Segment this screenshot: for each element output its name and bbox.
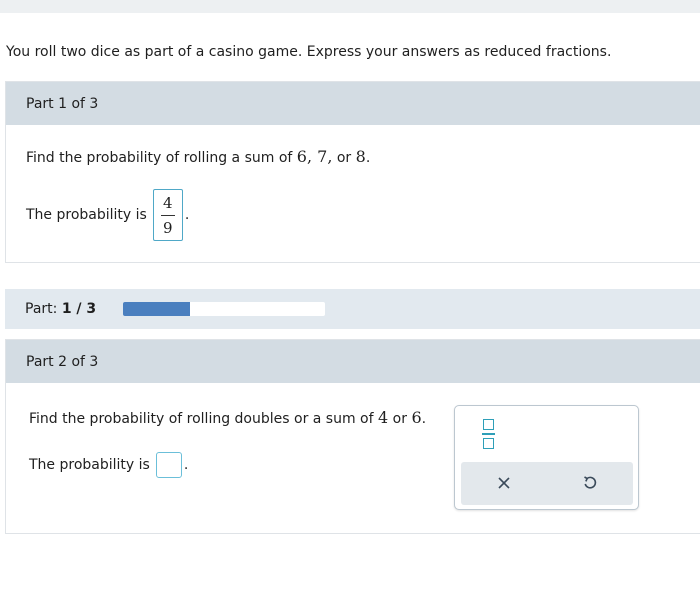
part-1-question: Find the probability of rolling a sum of… [26, 147, 370, 166]
part-1-question-text: Find the probability of rolling a sum of [26, 150, 297, 166]
progress-label: Part: 1 / 3 [25, 301, 96, 317]
part-2-answer-line: The probability is . [29, 452, 188, 478]
numerator-slot [482, 419, 494, 430]
undo-button[interactable] [575, 468, 605, 498]
part-1-numerator: 4 [163, 193, 173, 212]
part-1-answer-label: The probability is [26, 207, 147, 223]
part-1-answer-line: The probability is 4 9 . [26, 189, 189, 241]
progress-bar-fill [123, 302, 191, 316]
undo-icon [584, 476, 597, 489]
part-progress-strip: Part: 1 / 3 [5, 289, 700, 329]
fraction-template-icon[interactable] [480, 419, 496, 449]
part-2-question-or: or [388, 411, 412, 427]
part-2-question-value: 4 [378, 408, 389, 427]
math-input-palette [454, 405, 639, 510]
part-2-question-period: . [421, 411, 427, 427]
part-1-question-period: . [365, 150, 371, 166]
part-1-question-or: or [332, 150, 356, 166]
progress-label-prefix: Part: [25, 301, 62, 317]
close-icon [498, 477, 510, 489]
part-1-question-value-last: 8 [355, 147, 366, 166]
fraction-bar [160, 214, 175, 216]
problem-intro: You roll two dice as part of a casino ga… [6, 44, 612, 60]
part-1-denominator: 9 [163, 218, 173, 237]
part-2-header: Part 2 of 3 [6, 340, 700, 383]
progress-label-value: 1 / 3 [61, 301, 97, 317]
part-2-question-value-last: 6 [411, 408, 422, 427]
part-1-header-label: Part 1 of 3 [26, 95, 99, 112]
top-bar [0, 0, 700, 13]
part-1-header: Part 1 of 3 [6, 82, 700, 125]
part-1-question-values: 6, 7, [296, 147, 333, 166]
part-2-answer-label: The probability is [29, 457, 150, 473]
fraction-line [481, 433, 495, 435]
clear-button[interactable] [489, 468, 519, 498]
part-1-answer-period: . [184, 207, 190, 223]
part-2-answer-period: . [183, 457, 189, 473]
part-2-header-label: Part 2 of 3 [26, 353, 99, 370]
part-2-question-text: Find the probability of rolling doubles … [29, 411, 379, 427]
denominator-slot [482, 438, 494, 449]
progress-bar [123, 302, 325, 316]
part-2-question: Find the probability of rolling doubles … [29, 408, 426, 427]
palette-action-bar [461, 462, 633, 505]
part-2-answer-input[interactable] [155, 452, 182, 478]
part-1-answer-fraction[interactable]: 4 9 [152, 189, 183, 241]
